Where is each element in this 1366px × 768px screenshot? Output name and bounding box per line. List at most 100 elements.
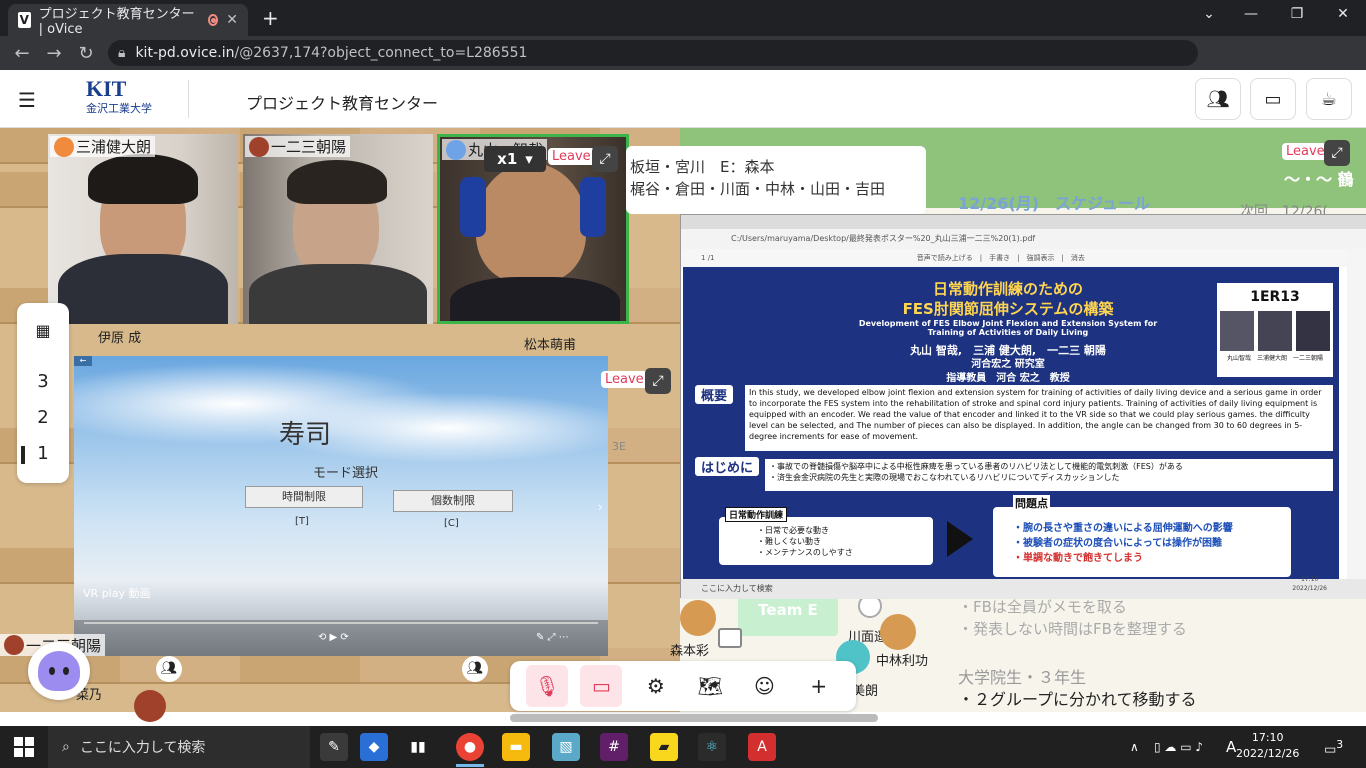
- chat-button[interactable]: ▭: [1250, 78, 1296, 120]
- windows-start-icon[interactable]: [14, 737, 34, 757]
- members-button[interactable]: 👥︎: [1195, 78, 1241, 120]
- overview-text: In this study, we developed elbow joint …: [745, 385, 1333, 451]
- emoji-button[interactable]: ☺: [743, 665, 785, 707]
- browser-tab[interactable]: V プロジェクト教育センター | oVice ✕: [8, 4, 248, 37]
- notepad-icon[interactable]: ▧: [552, 733, 580, 761]
- avatar: [446, 139, 466, 160]
- video-tile-miura[interactable]: 三浦健大朗: [48, 134, 238, 324]
- speed-dropdown[interactable]: x1 ▾: [484, 146, 546, 172]
- leave-button[interactable]: Leave: [1282, 143, 1329, 160]
- screen-share-icon[interactable]: [718, 628, 742, 648]
- tray-chevron-icon[interactable]: ∧: [1130, 740, 1139, 754]
- shared-time: 17:10: [1301, 576, 1319, 583]
- daily-list: ・日常で必要な動き ・難しくない動き ・メンテナンスのしやすさ: [757, 526, 853, 557]
- camera-off-button[interactable]: ▭: [580, 665, 623, 707]
- new-tab-button[interactable]: +: [262, 6, 279, 30]
- news-icon[interactable]: ◆: [360, 733, 388, 761]
- map-icon: 🗺︎: [697, 674, 723, 698]
- restore-button[interactable]: ❐: [1274, 6, 1320, 22]
- widget-icon[interactable]: ✎: [320, 733, 348, 761]
- avatar: [4, 635, 24, 655]
- avatar[interactable]: [680, 600, 716, 636]
- taskbar-search[interactable]: ⌕ ここに入力して検索: [48, 726, 310, 768]
- floor-1[interactable]: 1: [17, 443, 69, 464]
- chevron-down-icon[interactable]: ⌄: [1186, 6, 1232, 22]
- chevron-right-icon[interactable]: ›: [598, 500, 603, 514]
- back-button[interactable]: ←: [6, 43, 38, 64]
- time-key: [T]: [295, 516, 309, 527]
- floor-2[interactable]: 2: [17, 407, 69, 428]
- forward-button[interactable]: →: [38, 43, 70, 64]
- url-path: /@2637,174?object_connect_to=L286551: [234, 45, 528, 61]
- problem-heading: 問題点: [1013, 495, 1050, 511]
- tray-icons[interactable]: ▯ ☁ ▭ ♪: [1154, 740, 1203, 754]
- count-limit-button[interactable]: 個数制限: [393, 490, 513, 512]
- play-icon[interactable]: ⟲ ▶ ⟳: [318, 632, 349, 643]
- notification-icon[interactable]: ▭3: [1324, 738, 1343, 757]
- task-view-icon[interactable]: ▮▮: [404, 733, 432, 761]
- chrome-icon[interactable]: ●: [456, 733, 484, 761]
- add-button[interactable]: +: [798, 665, 840, 707]
- url-host: kit-pd.ovice.in: [135, 45, 235, 61]
- research-poster: 日常動作訓練のための FES肘関節屈伸システムの構築 Development of…: [683, 267, 1339, 579]
- map-button[interactable]: 🗺︎: [689, 665, 731, 707]
- file-explorer-icon[interactable]: ▬: [502, 733, 530, 761]
- camera-off-icon: ▭: [592, 674, 611, 698]
- schedule-heading: ～・～ 鶴: [1284, 170, 1354, 189]
- leave-button[interactable]: Leave: [548, 148, 595, 165]
- problem-list: ・腕の長さや重さの違いによる屈伸運動への影響 ・被験者の症状の度合いによっては操作…: [1013, 523, 1233, 564]
- map-name-morimoto: 森本彩: [670, 644, 710, 659]
- minimize-button[interactable]: —: [1228, 6, 1274, 22]
- recording-icon: [207, 14, 219, 26]
- ime-indicator[interactable]: A: [1226, 738, 1236, 756]
- taskbar-clock[interactable]: 17:10 2022/12/26: [1236, 730, 1299, 762]
- poster-subtitle: Development of FES Elbow Joint Flexion a…: [858, 319, 1158, 337]
- expand-icon[interactable]: ⤢: [645, 368, 671, 394]
- fullscreen-icon[interactable]: ✎ ⤢ ⋯: [536, 632, 569, 643]
- coffee-button[interactable]: ☕︎: [1306, 78, 1352, 120]
- mic-off-button[interactable]: 🎙︎: [526, 665, 569, 707]
- atom-icon[interactable]: ⚛: [698, 733, 726, 761]
- logo-subtitle: 金沢工業大学: [86, 102, 152, 115]
- smiley-icon: ☺: [754, 674, 775, 698]
- search-icon: ⌕: [62, 739, 70, 755]
- shared-taskbar-search: ここに入力して検索: [701, 584, 773, 593]
- acrobat-icon[interactable]: A: [748, 733, 776, 761]
- video-controls[interactable]: ⟲ ▶ ⟳ ✎ ⤢ ⋯: [74, 620, 608, 656]
- url-field[interactable]: 🔒︎ kit-pd.ovice.in/@2637,174?object_conn…: [108, 40, 1198, 66]
- expand-icon[interactable]: ⤢: [1324, 140, 1350, 166]
- group-icon[interactable]: 👥︎: [156, 656, 182, 682]
- floor-3[interactable]: 3: [17, 371, 69, 392]
- floor-selector: ▦ 3 2 1: [17, 303, 69, 483]
- plus-icon: +: [810, 674, 828, 698]
- assistant-bot-button[interactable]: [28, 642, 90, 700]
- video-tile-hifumi[interactable]: 一二三朝陽: [243, 134, 433, 324]
- back-icon[interactable]: ←: [74, 356, 92, 366]
- poster-id: 1ER13: [1250, 289, 1300, 305]
- leave-button[interactable]: Leave: [601, 371, 648, 388]
- active-app-indicator: [456, 764, 484, 767]
- tab-close-icon[interactable]: ✕: [226, 12, 238, 28]
- time-limit-button[interactable]: 時間制限: [245, 486, 363, 508]
- group-icon[interactable]: 👥︎: [462, 656, 488, 682]
- pdf-toolbar: 1 /1 音声で読み上げる | 手書き | 強調表示 | 消去: [681, 249, 1366, 267]
- photo: [1258, 311, 1292, 351]
- space-title: プロジェクト教育センター: [246, 94, 439, 113]
- avatar[interactable]: [880, 614, 916, 650]
- hamburger-menu-icon[interactable]: ☰: [18, 88, 36, 112]
- vr-game-title: 寿司: [279, 420, 332, 450]
- horizontal-scrollbar[interactable]: [510, 714, 878, 722]
- slack-icon[interactable]: #: [600, 733, 628, 761]
- sticky-notes-icon[interactable]: ▰: [650, 733, 678, 761]
- shared-screen[interactable]: C:/Users/maruyama/Desktop/最終発表ポスター%20_丸山…: [680, 214, 1366, 599]
- shared-browser-tabs: [681, 215, 1366, 229]
- close-window-button[interactable]: ✕: [1320, 6, 1366, 22]
- avatar[interactable]: [134, 690, 166, 722]
- vr-mode-select: モード選択: [313, 466, 379, 481]
- video-name-label: 一二三朝陽: [245, 136, 351, 157]
- pdf-page: 1: [701, 254, 706, 262]
- reload-button[interactable]: ↻: [70, 43, 102, 64]
- map-name-ihara: 伊原 成: [98, 331, 142, 346]
- settings-button[interactable]: ⚙: [635, 665, 677, 707]
- expand-icon[interactable]: ⤢: [592, 146, 618, 172]
